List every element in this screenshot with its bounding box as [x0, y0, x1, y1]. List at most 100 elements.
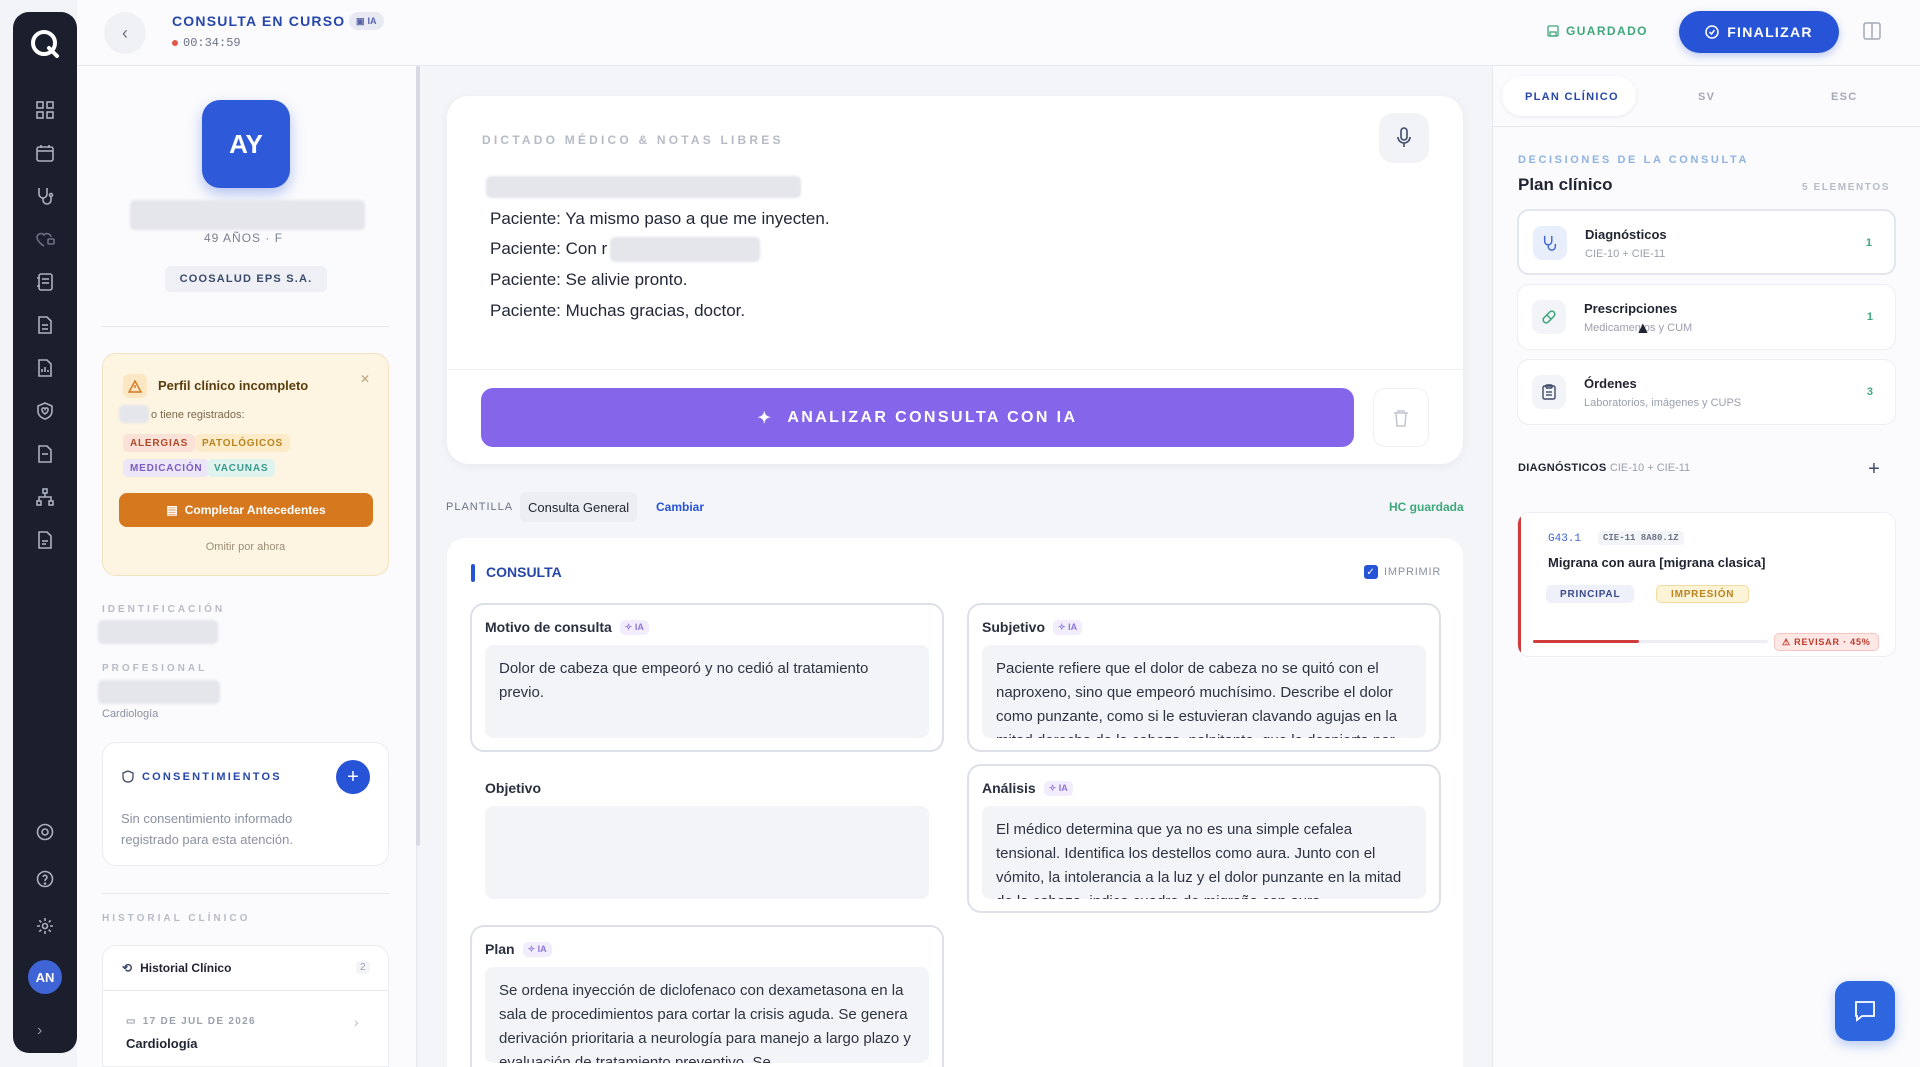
invoice-icon[interactable]: [33, 528, 57, 552]
complete-history-button[interactable]: ▤ Completar Antecedentes: [119, 493, 373, 527]
history-entry-date: ▭ 17 DE JUL DE 2026: [126, 1016, 256, 1027]
help-icon[interactable]: [33, 867, 57, 891]
row-count: 1: [1866, 311, 1873, 323]
professional-label: PROFESIONAL: [102, 663, 208, 674]
alert-subtitle: o tiene registrados:: [151, 409, 245, 421]
calendar-icon[interactable]: [33, 141, 57, 165]
divider: [102, 893, 389, 894]
chat-icon: [1855, 1001, 1875, 1022]
diagnosis-code-secondary: CIE-11 8A80.1Z: [1598, 531, 1684, 545]
alert-title: Perfil clínico incompleto: [158, 378, 309, 393]
diagnoses-row[interactable]: Diagnósticos CIE-10 + CIE-11 1: [1517, 209, 1896, 275]
tag-vacunas: VACUNAS: [207, 459, 276, 477]
expand-sidebar-icon[interactable]: ›: [37, 1022, 42, 1040]
report-icon[interactable]: [33, 356, 57, 380]
dashboard-icon[interactable]: [33, 98, 57, 122]
change-template-link[interactable]: Cambiar: [656, 500, 704, 514]
ia-badge: ▣ IA: [349, 12, 384, 30]
field-label: Objetivo: [485, 780, 542, 796]
add-diagnosis-button[interactable]: +: [1860, 455, 1888, 483]
microphone-button[interactable]: [1379, 113, 1429, 163]
motivo-textarea[interactable]: Dolor de cabeza que empeoró y no cedió a…: [485, 645, 929, 738]
app-logo-icon[interactable]: [25, 24, 65, 64]
subjetivo-field[interactable]: Subjetivo ✧ IA Paciente refiere que el do…: [967, 603, 1441, 752]
org-chart-icon[interactable]: [33, 485, 57, 509]
objetivo-textarea[interactable]: [485, 806, 929, 899]
diagnosis-card[interactable]: G43.1 CIE-11 8A80.1Z Migrana con aura [m…: [1517, 512, 1896, 657]
row-title: Órdenes: [1584, 376, 1637, 391]
settings-icon[interactable]: [33, 914, 57, 938]
tab-esc[interactable]: ESC: [1831, 91, 1858, 103]
microphone-icon: [1397, 127, 1411, 147]
history-icon: ⟲: [122, 961, 133, 975]
motivo-field[interactable]: Motivo de consulta ✧ IA Dolor de cabeza q…: [470, 603, 944, 752]
review-progress-fill: [1533, 640, 1639, 643]
decisions-label: DECISIONES DE LA CONSULTA: [1518, 154, 1750, 166]
prescription-icon[interactable]: [33, 442, 57, 466]
tag-medicacion: MEDICACIÓN: [123, 459, 210, 477]
dictation-label: DICTADO MÉDICO & NOTAS LIBRES: [482, 133, 784, 147]
elements-count: 5 ELEMENTOS: [1802, 182, 1890, 193]
section-marker: [471, 564, 475, 582]
panel-layout-icon[interactable]: [1863, 22, 1881, 40]
field-label: Análisis ✧ IA: [982, 780, 1073, 796]
redacted: [610, 237, 760, 262]
records-icon[interactable]: [33, 270, 57, 294]
template-name: Consulta General: [520, 492, 638, 522]
chevron-right-icon[interactable]: ›: [354, 1014, 359, 1030]
professional-specialty: Cardiología: [102, 708, 159, 720]
clipboard-icon: ▤: [166, 503, 178, 517]
dictation-line: Paciente: Muchas gracias, doctor.: [490, 301, 746, 320]
patient-avatar: AY: [202, 100, 290, 188]
history-entry-specialty[interactable]: Cardiología: [126, 1036, 198, 1051]
warning-icon: [123, 374, 147, 398]
shield-heart-icon[interactable]: [33, 399, 57, 423]
divider: [103, 990, 388, 991]
diagnosis-name: Migrana con aura [migrana clasica]: [1548, 555, 1766, 570]
tag-alergias: ALERGIAS: [123, 434, 196, 452]
chevron-left-icon: ‹: [122, 22, 128, 43]
trash-icon: [1394, 409, 1408, 427]
plan-textarea[interactable]: Se ordena inyección de diclofenaco con d…: [485, 967, 929, 1063]
ia-tag: ✧ IA: [1043, 780, 1073, 796]
tab-sv[interactable]: SV: [1698, 91, 1715, 103]
alert-icon: ⚠: [1782, 636, 1795, 647]
clear-dictation-button[interactable]: [1373, 388, 1429, 447]
close-icon[interactable]: ✕: [360, 372, 370, 386]
finalize-button[interactable]: FINALIZAR: [1679, 11, 1839, 53]
analisis-textarea[interactable]: El médico determina que ya no es una sim…: [982, 806, 1426, 899]
ia-tag: ✧ IA: [619, 619, 649, 635]
subjetivo-textarea[interactable]: Paciente refiere que el dolor de cabeza …: [982, 645, 1426, 738]
analyze-with-ai-button[interactable]: ✦ ANALIZAR CONSULTA CON IA: [481, 388, 1354, 447]
user-avatar[interactable]: AN: [28, 960, 62, 994]
plan-field[interactable]: Plan ✧ IA Se ordena inyección de diclofen…: [470, 925, 944, 1067]
chat-button[interactable]: [1835, 981, 1895, 1041]
heart-lock-icon[interactable]: [33, 227, 57, 251]
history-header[interactable]: ⟲ Historial Clínico: [122, 961, 231, 975]
identification-redacted: [98, 620, 218, 644]
divider: [448, 369, 1462, 370]
pill-icon: [1532, 300, 1566, 334]
add-consent-button[interactable]: +: [336, 760, 370, 794]
dictation-line: Paciente: Ya mismo paso a que me inyecte…: [490, 209, 830, 228]
row-subtitle: CIE-10 + CIE-11: [1585, 248, 1666, 260]
stethoscope-icon[interactable]: [33, 184, 57, 208]
support-icon[interactable]: [33, 820, 57, 844]
row-title: Prescripciones: [1584, 301, 1678, 316]
document-icon[interactable]: [33, 313, 57, 337]
redacted: [486, 176, 801, 198]
tab-plan-clinico[interactable]: PLAN CLÍNICO: [1525, 91, 1619, 103]
redacted: [119, 405, 149, 423]
print-checkbox[interactable]: ✓ IMPRIMIR: [1364, 565, 1441, 579]
professional-redacted: [98, 680, 220, 704]
back-button[interactable]: ‹: [104, 12, 146, 54]
analisis-field[interactable]: Análisis ✧ IA El médico determina que ya …: [967, 764, 1441, 913]
orders-row[interactable]: Órdenes Laboratorios, imágenes y CUPS 3: [1517, 359, 1896, 425]
skip-link[interactable]: Omitir por ahora: [103, 541, 388, 553]
prescriptions-row[interactable]: Prescripciones Medicamentos y CUM 1: [1517, 284, 1896, 350]
record-saved-status: HC guardada: [1389, 500, 1464, 514]
objetivo-field[interactable]: Objetivo: [470, 764, 944, 913]
principal-tag: PRINCIPAL: [1546, 585, 1635, 603]
patient-age-sex: 49 AÑOS · F: [204, 231, 284, 245]
incomplete-profile-alert: Perfil clínico incompleto ✕ o tiene regi…: [102, 353, 389, 576]
